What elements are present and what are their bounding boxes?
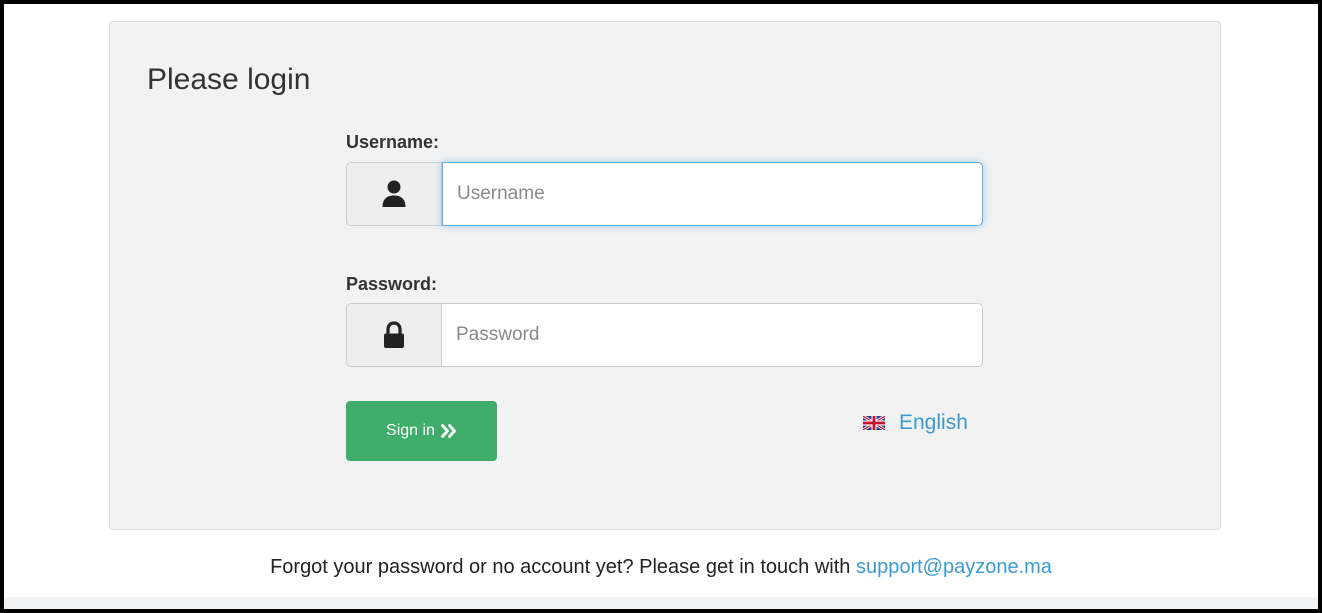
username-addon xyxy=(346,162,442,226)
lock-icon xyxy=(384,321,404,348)
password-label: Password: xyxy=(346,274,438,294)
sign-in-label: Sign in xyxy=(386,422,435,439)
password-input[interactable] xyxy=(442,303,983,367)
login-panel: Please login Username: Password: Sign in xyxy=(109,21,1221,530)
double-chevron-right-icon xyxy=(441,424,457,438)
uk-flag-icon xyxy=(863,416,885,430)
footer: Forgot your password or no account yet? … xyxy=(0,554,1322,580)
bottom-strip xyxy=(4,597,1318,609)
footer-text: Forgot your password or no account yet? … xyxy=(270,556,851,578)
sign-in-button[interactable]: Sign in xyxy=(346,401,497,461)
username-input-group xyxy=(346,162,986,228)
support-email-link[interactable]: support@payzone.ma xyxy=(856,556,1052,578)
username-label: Username: xyxy=(346,132,440,152)
page-title: Please login xyxy=(147,63,311,96)
user-icon xyxy=(382,180,406,207)
language-label: English xyxy=(899,411,968,434)
username-input[interactable] xyxy=(442,162,983,226)
password-input-group xyxy=(346,303,986,369)
password-addon xyxy=(346,303,442,367)
language-link[interactable]: English xyxy=(863,410,968,436)
